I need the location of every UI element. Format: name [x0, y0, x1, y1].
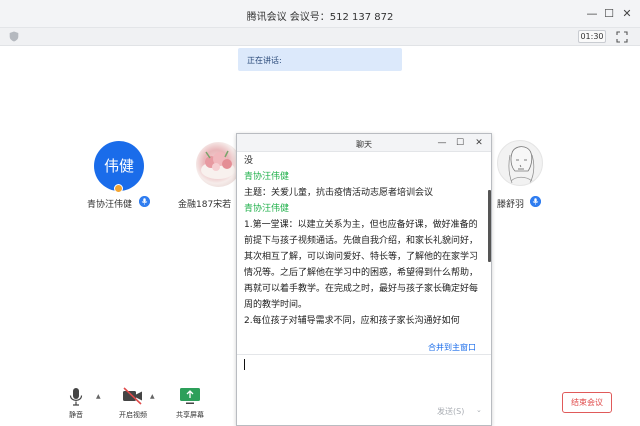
window-titlebar: 腾讯会议 会议号：512 137 872 — ☐ ✕	[0, 0, 640, 28]
meeting-info-bar	[0, 28, 640, 46]
share-label[interactable]: 共享屏幕	[176, 410, 204, 420]
chevron-down-icon[interactable]: ⌄	[476, 406, 482, 414]
screen-share-icon[interactable]	[179, 387, 201, 405]
microphone-icon[interactable]	[69, 387, 83, 407]
chat-message-list[interactable]: 没 青协汪伟健 主题：关爱儿童，抗击疫情活动志愿者培训会议 青协汪伟健 1.第一…	[244, 153, 482, 331]
meeting-timer: 01:30	[578, 30, 606, 43]
window-title: 腾讯会议 会议号：512 137 872	[246, 12, 394, 23]
chat-close-button[interactable]: ✕	[472, 136, 486, 150]
microphone-icon	[139, 196, 150, 207]
send-button[interactable]: 发送(S)	[437, 406, 464, 417]
fullscreen-icon[interactable]	[616, 31, 628, 43]
microphone-icon	[530, 196, 541, 207]
chat-message: 主题：关爱儿童，抗击疫情活动志愿者培训会议	[244, 188, 434, 198]
video-label[interactable]: 开启视频	[119, 410, 147, 420]
chat-sender-name: 青协汪伟健	[244, 172, 290, 182]
chat-maximize-button[interactable]: ☐	[453, 136, 467, 150]
chat-titlebar: 聊天 — ☐ ✕	[237, 134, 491, 152]
chat-message: 1.第一堂课：以建立关系为主，但也应备好课，做好准备的前提下与孩子视频通话。先做…	[244, 220, 479, 310]
end-meeting-button[interactable]: 结束会议	[562, 392, 612, 413]
shield-icon[interactable]	[9, 31, 19, 42]
sketch-portrait-icon	[508, 146, 535, 184]
chat-input[interactable]	[241, 356, 487, 402]
participant-name: 青协汪伟健	[87, 200, 133, 210]
participant-name: 滕舒羽	[497, 200, 525, 210]
chat-scrollbar[interactable]	[488, 190, 491, 262]
participant-avatar[interactable]	[196, 142, 241, 187]
host-badge-icon	[114, 184, 123, 193]
chevron-up-icon[interactable]: ▲	[96, 393, 101, 400]
minimize-button[interactable]: —	[584, 6, 600, 22]
chat-window: 聊天 — ☐ ✕ 没 青协汪伟健 主题：关爱儿童，抗击疫情活动志愿者培训会议 青…	[236, 133, 492, 426]
speaking-indicator: 正在讲话:	[238, 48, 402, 71]
chevron-up-icon[interactable]: ▲	[150, 393, 155, 400]
participant-avatar[interactable]	[497, 140, 543, 186]
chat-minimize-button[interactable]: —	[435, 136, 449, 150]
chat-divider	[237, 354, 491, 355]
chat-message: 2.每位孩子对辅导需求不同，应和孩子家长沟通好如何	[244, 316, 460, 326]
maximize-button[interactable]: ☐	[601, 6, 617, 22]
mute-label[interactable]: 静音	[69, 410, 83, 420]
chat-sender-name: 青协汪伟健	[244, 204, 290, 214]
chat-message: 没	[244, 156, 254, 166]
close-button[interactable]: ✕	[619, 6, 635, 22]
camera-off-icon[interactable]	[122, 387, 144, 405]
cake-photo-icon	[201, 150, 235, 179]
merge-to-main-link[interactable]: 合并到主窗口	[428, 342, 476, 353]
participant-name: 金融187宋若	[178, 200, 232, 210]
